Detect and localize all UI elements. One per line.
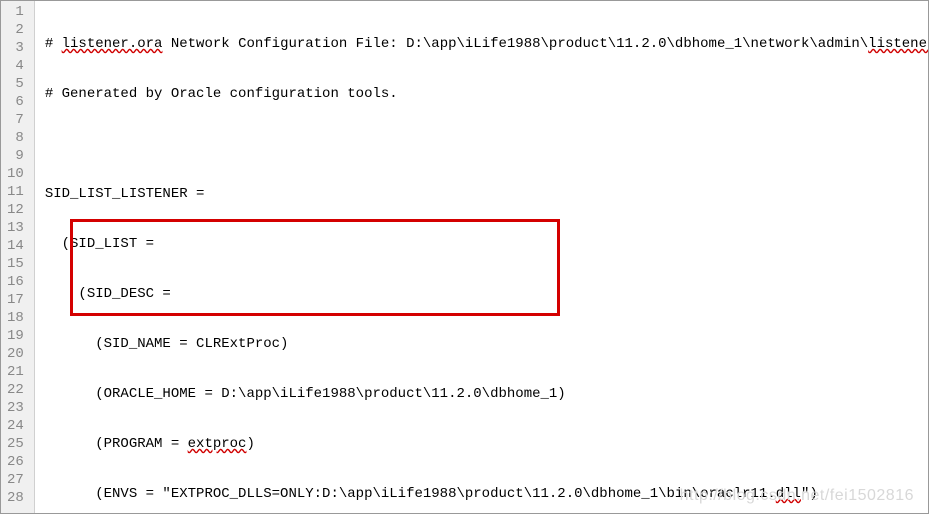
line-number: 17 (7, 291, 24, 309)
code-area[interactable]: # listener.ora Network Configuration Fil… (35, 1, 928, 513)
code-line (45, 135, 928, 153)
line-number: 28 (7, 489, 24, 507)
line-number: 21 (7, 363, 24, 381)
line-number: 20 (7, 345, 24, 363)
line-number: 19 (7, 327, 24, 345)
line-number-gutter: 1234567891011121314151617181920212223242… (1, 1, 35, 513)
spell-squiggle: extproc (188, 436, 247, 452)
line-number: 24 (7, 417, 24, 435)
code-line: # Generated by Oracle configuration tool… (45, 85, 928, 103)
code-line: (SID_NAME = CLRExtProc) (45, 335, 928, 353)
code-line: (ENVS = "EXTPROC_DLLS=ONLY:D:\app\iLife1… (45, 485, 928, 503)
line-number: 16 (7, 273, 24, 291)
code-line: (PROGRAM = extproc) (45, 435, 928, 453)
spell-squiggle: dll (776, 486, 801, 502)
line-number: 9 (7, 147, 24, 165)
line-number: 12 (7, 201, 24, 219)
spell-squiggle: listener.ora (868, 36, 928, 52)
line-number: 25 (7, 435, 24, 453)
line-number: 2 (7, 21, 24, 39)
line-number: 5 (7, 75, 24, 93)
code-line: (SID_DESC = (45, 285, 928, 303)
code-line: (ORACLE_HOME = D:\app\iLife1988\product\… (45, 385, 928, 403)
line-number: 10 (7, 165, 24, 183)
line-number: 6 (7, 93, 24, 111)
code-line: # listener.ora Network Configuration Fil… (45, 35, 928, 53)
spell-squiggle: listener.ora (62, 36, 163, 52)
line-number: 27 (7, 471, 24, 489)
line-number: 22 (7, 381, 24, 399)
line-number: 14 (7, 237, 24, 255)
line-number: 18 (7, 309, 24, 327)
line-number: 11 (7, 183, 24, 201)
line-number: 1 (7, 3, 24, 21)
code-line: (SID_LIST = (45, 235, 928, 253)
line-number: 8 (7, 129, 24, 147)
line-number: 3 (7, 39, 24, 57)
line-number: 4 (7, 57, 24, 75)
line-number: 23 (7, 399, 24, 417)
code-line: SID_LIST_LISTENER = (45, 185, 928, 203)
line-number: 7 (7, 111, 24, 129)
code-editor[interactable]: 1234567891011121314151617181920212223242… (1, 1, 928, 513)
line-number: 13 (7, 219, 24, 237)
line-number: 15 (7, 255, 24, 273)
line-number: 26 (7, 453, 24, 471)
